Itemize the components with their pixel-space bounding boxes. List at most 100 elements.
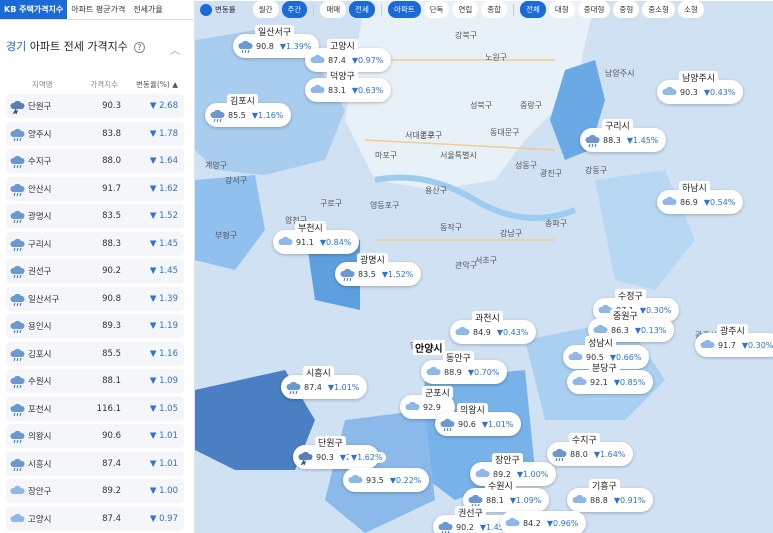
list-item[interactable]: 단원구 90.3 ▼ 2.68 — [6, 94, 184, 118]
tab-apt-avg-price[interactable]: 아파트 평균가격 — [67, 0, 129, 19]
list-item[interactable]: 고양시 87.4 ▼ 0.97 — [6, 506, 184, 531]
region-marker[interactable]: 광주시 91.7 ▼0.30% — [695, 324, 773, 357]
cloud-weather-icon — [425, 364, 441, 380]
region-selector[interactable]: 경기 — [6, 40, 26, 53]
map-place-label: 동작구 — [440, 223, 463, 232]
marker-name: 덕양구 — [327, 69, 358, 82]
size-midlarge[interactable]: 중대형 — [577, 1, 611, 18]
list-item[interactable]: 포천시 116.1 ▼ 1.05 — [6, 396, 184, 421]
map-place-label: 마포구 — [375, 151, 398, 160]
map-place-label: 종로구 — [420, 131, 443, 140]
type-house[interactable]: 단독 — [423, 1, 450, 18]
help-icon[interactable]: ? — [134, 42, 145, 53]
table-header: 지역명 가격지수 변동율(%) ▲ — [0, 74, 194, 94]
region-name: 구리시 — [28, 239, 52, 250]
list-item[interactable]: 수지구 88.0 ▼ 1.64 — [6, 149, 184, 173]
type-all[interactable]: 종합 — [481, 1, 508, 18]
marker-name: 광주시 — [717, 324, 748, 337]
deal-sale[interactable]: 매매 — [320, 1, 347, 18]
list-item[interactable]: 양주시 83.8 ▼ 1.78 — [6, 121, 184, 146]
price-index: 90.3 — [102, 101, 121, 111]
size-midsmall[interactable]: 중소형 — [642, 1, 675, 18]
list-item[interactable]: 의왕시 90.6 ▼ 1.01 — [6, 424, 184, 448]
change-rate: ▼ 1.62 — [149, 183, 178, 194]
region-marker[interactable]: 남양주시 90.3 ▼0.43% — [657, 71, 744, 104]
list-item[interactable]: 일산서구 90.8 ▼ 1.39 — [6, 286, 184, 311]
change-rate: ▼ 1.45 — [149, 266, 178, 276]
list-item[interactable]: 수원시 88.1 ▼ 1.09 — [6, 369, 184, 393]
marker-index: 86.3 — [611, 325, 629, 335]
region-marker[interactable]: 동안구 88.9 ▼0.70% — [421, 351, 508, 384]
rain-weather-icon — [6, 346, 28, 362]
list-item[interactable]: 권선구 90.2 ▼ 1.45 — [6, 259, 184, 283]
price-index: 88.3 — [102, 238, 121, 249]
legend-toggle[interactable]: 변동률 — [200, 3, 236, 16]
rain-weather-icon — [6, 208, 28, 224]
size-small[interactable]: 소형 — [677, 1, 704, 18]
marker-change: ▼0.30% — [639, 305, 672, 315]
cloud-weather-icon — [309, 52, 325, 68]
region-marker[interactable]: 과천시 84.9 ▼0.43% — [450, 311, 537, 344]
region-marker[interactable]: 의왕시 90.6 ▼1.01% — [435, 403, 522, 436]
region-marker[interactable]: 구리시 88.3 ▼1.45% — [580, 119, 667, 152]
region-marker[interactable]: 93.5 ▼0.22% — [343, 468, 430, 492]
period-monthly[interactable]: 월간 — [252, 1, 279, 18]
marker-name: 분당구 — [589, 361, 620, 374]
tab-jeonse-ratio[interactable]: 전세가율 — [129, 0, 166, 19]
marker-name: 수지구 — [569, 433, 600, 446]
panel-title-text: 아파트 전세 가격지수 — [26, 40, 128, 53]
region-marker[interactable]: 기흥구 88.8 ▼0.91% — [567, 479, 654, 512]
col-change[interactable]: 변동율(%) ▲ — [118, 79, 194, 90]
region-name: 시흥시 — [28, 459, 52, 470]
price-index: 87.4 — [102, 513, 121, 524]
region-marker[interactable]: 부천시 91.1 ▼0.84% — [273, 221, 360, 254]
region-marker[interactable]: 김포시 85.5 ▼1.16% — [205, 94, 292, 127]
list-item[interactable]: 안산시 91.7 ▼ 1.62 — [6, 176, 184, 201]
marker-change: ▼0.13% — [634, 325, 667, 335]
rain-weather-icon — [6, 126, 28, 142]
rain-weather-icon — [6, 291, 28, 307]
rain-weather-icon — [6, 318, 28, 334]
region-marker[interactable]: 84.2 ▼0.96% — [500, 511, 587, 533]
marker-name: 고양시 — [327, 39, 358, 52]
collapse-icon[interactable]: ︿ — [170, 42, 180, 57]
col-region: 지역명 — [32, 79, 53, 89]
map-view[interactable]: 강북구노원구도봉구성북구중랑구동대문구서대문구마포구종로구성동구광진구강동구용산… — [195, 0, 773, 533]
marker-name: 수정구 — [615, 289, 646, 302]
change-rate: ▼ 1.01 — [149, 458, 178, 469]
type-row[interactable]: 연립 — [452, 1, 479, 18]
region-name: 수지구 — [28, 157, 52, 167]
region-marker[interactable]: 시흥시 87.4 ▼1.01% — [281, 366, 368, 399]
type-apt[interactable]: 아파트 — [387, 1, 421, 18]
size-all[interactable]: 전체 — [520, 1, 546, 18]
region-marker[interactable]: 하남시 86.9 ▼0.54% — [657, 181, 744, 214]
list-item[interactable]: 장안구 89.2 ▼ 1.00 — [6, 479, 184, 503]
map-place-label: 구로구 — [320, 199, 343, 208]
list-item[interactable]: 구리시 88.3 ▼ 1.45 — [6, 231, 184, 256]
marker-change: ▼0.97% — [351, 55, 384, 65]
cloud-weather-icon — [661, 194, 677, 210]
list-item[interactable]: 광명시 83.5 ▼ 1.52 — [6, 204, 184, 228]
marker-change: ▼0.70% — [467, 367, 500, 377]
list-item[interactable]: 시흥시 87.4 ▼ 1.01 — [6, 451, 184, 476]
size-large[interactable]: 대형 — [548, 1, 575, 18]
map-place-label: 성북구 — [470, 101, 493, 110]
marker-index: 84.9 — [473, 327, 491, 337]
price-index: 89.2 — [102, 486, 121, 496]
col-index[interactable]: 가격지수 — [70, 79, 118, 90]
marker-index: 90.3 — [680, 87, 698, 97]
region-marker[interactable]: 광명시 83.5 ▼1.52% — [335, 253, 422, 286]
region-marker[interactable]: 덕양구 83.1 ▼0.63% — [305, 69, 392, 102]
deal-jeonse[interactable]: 전세 — [349, 1, 375, 18]
list-item[interactable]: 김포시 85.5 ▼ 1.16 — [6, 341, 184, 366]
region-marker[interactable]: 수지구 88.0 ▼1.64% — [547, 433, 634, 466]
period-weekly[interactable]: 주간 — [281, 1, 308, 18]
map-place-label: 서울특별시 — [440, 151, 477, 160]
region-marker[interactable]: 분당구 92.1 ▼0.85% — [567, 361, 654, 394]
tab-kb-index[interactable]: KB 주택가격지수 — [0, 0, 68, 19]
region-name: 일산서구 — [28, 294, 60, 305]
region-name: 안산시 — [28, 184, 52, 195]
size-mid[interactable]: 중형 — [613, 1, 640, 18]
map-place-label: 용산구 — [425, 186, 448, 195]
list-item[interactable]: 용인시 89.3 ▼ 1.19 — [6, 314, 184, 338]
